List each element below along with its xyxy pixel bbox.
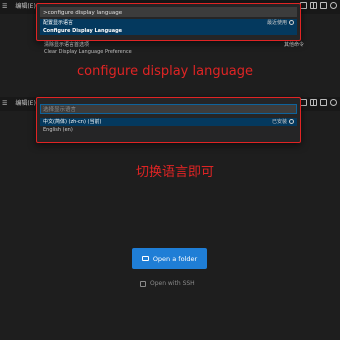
menu-icon[interactable]: ☰: [2, 100, 7, 107]
annotation-switch-language: 切换语言即可: [136, 165, 215, 180]
language-item-label: 中文(简体) (zh-cn) (当前): [43, 119, 102, 125]
open-ssh-label: Open with SSH: [150, 280, 195, 287]
gear-icon[interactable]: [289, 20, 294, 25]
window-icons: [300, 2, 337, 9]
menu-bar: ☰ 编辑(E): [2, 1, 36, 10]
window-icons-second: [300, 99, 337, 106]
palette-item-sublabel-row[interactable]: Configure Display Language: [40, 27, 297, 35]
menu-bar-second: ☰ 编辑(E): [2, 98, 36, 107]
annotation-configure: configure display language: [77, 64, 254, 79]
palette-item-clear-display-language[interactable]: Clear Display Language Preference: [44, 49, 132, 55]
language-item-en[interactable]: English (en): [40, 126, 297, 134]
info-icon[interactable]: [289, 119, 294, 124]
layout-icon[interactable]: [320, 2, 327, 9]
palette-item-other-commands: 其他命令: [283, 42, 304, 48]
language-item-label: English (en): [43, 127, 73, 133]
layout-icon[interactable]: [320, 99, 327, 106]
folder-icon: [141, 256, 149, 261]
open-folder-button[interactable]: Open a folder: [132, 248, 207, 269]
gear-icon[interactable]: [330, 2, 337, 9]
split-editor-icon[interactable]: [310, 2, 317, 9]
gear-icon[interactable]: [330, 99, 337, 106]
toggle-panel-icon[interactable]: [300, 99, 307, 106]
split-editor-icon[interactable]: [310, 99, 317, 106]
command-input[interactable]: >configure display language: [40, 7, 297, 17]
menu-edit[interactable]: 编辑(E): [15, 100, 35, 107]
language-picker: 选择显示语言 中文(简体) (zh-cn) (当前) 已安装 English (…: [36, 97, 301, 143]
palette-item-right: 最近使用: [267, 19, 294, 27]
screenshot-stage: ☰ 编辑(E) >configure display language 配置显示…: [0, 0, 340, 340]
open-ssh-link[interactable]: Open with SSH: [140, 280, 195, 287]
palette-item-sublabel: Configure Display Language: [43, 28, 123, 34]
language-item-status: 已安装: [272, 118, 294, 126]
palette-item-clear-display-language-cn[interactable]: 清除显示语言首选项: [44, 41, 89, 48]
palette-item-configure-display-language[interactable]: 配置显示语言 最近使用: [40, 19, 297, 27]
command-palette: >configure display language 配置显示语言 最近使用 …: [36, 3, 301, 41]
toggle-panel-icon[interactable]: [300, 2, 307, 9]
palette-item-label: 配置显示语言: [43, 20, 74, 26]
open-folder-label: Open a folder: [152, 254, 198, 263]
menu-icon[interactable]: ☰: [2, 3, 7, 10]
remote-icon: [140, 280, 146, 287]
menu-edit[interactable]: 编辑(E): [15, 3, 35, 10]
language-item-zh-cn[interactable]: 中文(简体) (zh-cn) (当前) 已安装: [40, 118, 297, 126]
language-search-input[interactable]: 选择显示语言: [40, 104, 297, 114]
